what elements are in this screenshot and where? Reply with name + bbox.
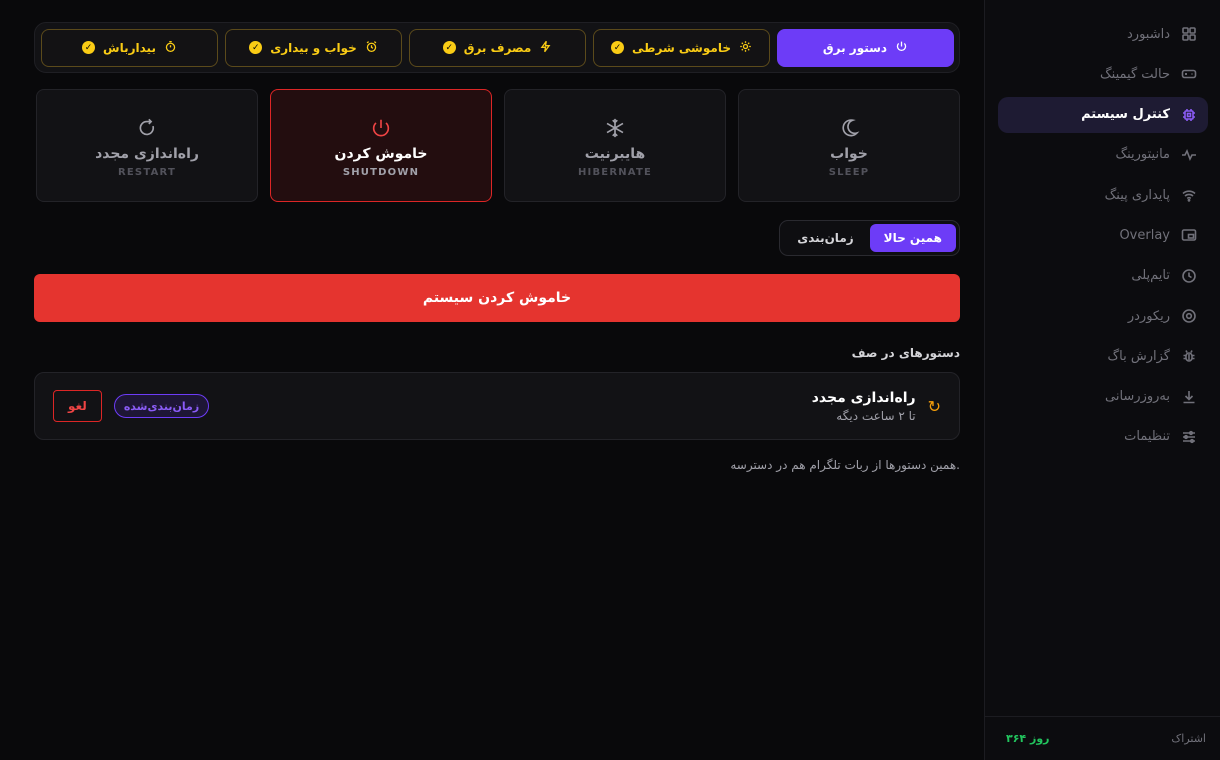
bug-icon [1180, 347, 1198, 365]
sidebar-item-monitoring[interactable]: مانیتورینگ [998, 137, 1208, 173]
queue-item-title: راه‌اندازی مجدد [811, 389, 916, 406]
check-icon: ✓ [442, 41, 456, 54]
power-action-cards: خواب SLEEP هایبرنیت HIBERNATE خاموش کردن… [34, 89, 960, 202]
queue-item-text: راه‌اندازی مجدد تا ۲ ساعت دیگه [812, 390, 916, 423]
sidebar-item-label: کنترل سیستم [1081, 107, 1170, 123]
action-card-title: راه‌اندازی مجدد [95, 145, 199, 162]
tab-label: مصرف برق [463, 40, 532, 55]
sidebar-item-gaming[interactable]: حالت گیمینگ [998, 56, 1208, 92]
timing-mode-row: همین حالا زمان‌بندی [34, 220, 960, 256]
moon-icon [838, 114, 860, 142]
sliders-icon [1180, 428, 1198, 446]
action-card-subtitle: HIBERNATE [577, 166, 653, 178]
telegram-note: همین دستورها از ربات تلگرام هم در دسترسه… [730, 458, 960, 472]
check-icon: ✓ [249, 41, 263, 54]
sidebar-item-label: تنظیمات [1124, 429, 1170, 445]
mode-now-button[interactable]: همین حالا [869, 224, 956, 252]
action-card-subtitle: RESTART [118, 166, 176, 178]
action-card-shutdown[interactable]: خاموش کردن SHUTDOWN [270, 89, 492, 202]
tab-label: خواب و بیداری [270, 40, 357, 55]
action-card-sleep[interactable]: خواب SLEEP [738, 89, 960, 202]
queue-section-title: دستورهای در صف [851, 346, 960, 360]
execute-shutdown-button[interactable]: خاموش کردن سیستم [34, 274, 960, 322]
action-card-title: هایبرنیت [584, 145, 646, 162]
action-card-title: خاموش کردن [334, 145, 428, 162]
alarm-icon [365, 40, 378, 56]
sidebar-item-label: حالت گیمینگ [1100, 66, 1170, 82]
queue-item-info: ↻ راه‌اندازی مجدد تا ۲ ساعت دیگه [812, 390, 941, 423]
sidebar-item-label: ریکوردر [1127, 308, 1170, 324]
download-icon [1180, 388, 1198, 406]
sidebar-item-label: پایداری پینگ [1104, 187, 1170, 203]
action-card-hibernate[interactable]: هایبرنیت HIBERNATE [504, 89, 726, 202]
sidebar-item-dashboard[interactable]: داشبورد [998, 16, 1208, 52]
queue-item: ↻ راه‌اندازی مجدد تا ۲ ساعت دیگه زمان‌بن… [34, 372, 960, 440]
status-badge: زمان‌بندی‌شده [113, 394, 210, 418]
tab-power-command[interactable]: دستور برق [777, 28, 954, 67]
sidebar-item-label: تایم‌پلی [1131, 268, 1170, 284]
restart-icon [136, 114, 158, 142]
tab-bar: دستور برق خاموشی شرطی ✓ مصرف برق ✓ خواب … [34, 22, 960, 73]
action-card-title: خواب [830, 145, 868, 162]
action-card-subtitle: SLEEP [828, 166, 870, 178]
sidebar-item-recorder[interactable]: ریکوردر [998, 298, 1208, 334]
snowflake-icon [604, 114, 626, 142]
tab-label: خاموشی شرطی [632, 40, 731, 55]
sidebar-item-update[interactable]: به‌روزرسانی [998, 379, 1208, 415]
record-icon [1180, 307, 1198, 325]
overlay-icon [1180, 226, 1198, 244]
action-card-subtitle: SHUTDOWN [342, 166, 420, 178]
sidebar-item-label: داشبورد [1127, 26, 1170, 42]
timer-icon [164, 40, 177, 56]
wifi-icon [1180, 186, 1198, 204]
sidebar: داشبورد حالت گیمینگ کنترل سیستم مانیتوری… [984, 0, 1220, 760]
grid-icon [1180, 25, 1198, 43]
gamepad-icon [1180, 65, 1198, 83]
sidebar-item-label: به‌روزرسانی [1104, 389, 1170, 405]
main-content: دستور برق خاموشی شرطی ✓ مصرف برق ✓ خواب … [34, 22, 960, 472]
restart-icon: ↻ [927, 396, 941, 416]
sidebar-item-label: مانیتورینگ [1115, 147, 1170, 163]
subscription-days: ۳۶۴ روز [1006, 732, 1050, 745]
tab-label: بیدارباش [103, 40, 156, 55]
power-icon [895, 40, 908, 56]
clock-icon [1180, 267, 1198, 285]
tab-power-usage[interactable]: مصرف برق ✓ [409, 28, 586, 67]
action-card-restart[interactable]: راه‌اندازی مجدد RESTART [36, 89, 258, 202]
sidebar-item-bug-report[interactable]: گزارش باگ [998, 338, 1208, 374]
sidebar-item-system-control[interactable]: کنترل سیستم [998, 96, 1208, 133]
tab-wake-up[interactable]: بیدارباش ✓ [41, 28, 218, 67]
power-icon [370, 114, 392, 142]
chip-icon [1180, 106, 1198, 124]
check-icon: ✓ [611, 41, 625, 54]
sidebar-item-label: Overlay [1119, 227, 1170, 243]
sidebar-item-settings[interactable]: تنظیمات [998, 419, 1208, 455]
sidebar-nav: داشبورد حالت گیمینگ کنترل سیستم مانیتوری… [998, 16, 1208, 459]
tab-label: دستور برق [822, 40, 888, 55]
sun-icon [739, 40, 752, 56]
sidebar-item-label: گزارش باگ [1107, 348, 1170, 364]
mode-scheduled-button[interactable]: زمان‌بندی [783, 224, 867, 252]
queue-item-actions: زمان‌بندی‌شده لغو [53, 390, 210, 422]
tab-conditional-shutdown[interactable]: خاموشی شرطی ✓ [593, 28, 770, 67]
subscription-info: اشتراک ۳۶۴ روز [984, 716, 1220, 760]
cancel-button[interactable]: لغو [53, 390, 102, 422]
pulse-icon [1180, 146, 1198, 164]
tab-sleep-wake[interactable]: خواب و بیداری ✓ [225, 28, 402, 67]
queue-item-eta: تا ۲ ساعت دیگه [836, 408, 916, 423]
sidebar-item-ping[interactable]: پایداری پینگ [998, 177, 1208, 213]
sidebar-item-timeplay[interactable]: تایم‌پلی [998, 258, 1208, 294]
sidebar-item-overlay[interactable]: Overlay [998, 217, 1208, 253]
bolt-icon [539, 40, 552, 56]
timing-mode-toggle: همین حالا زمان‌بندی [779, 220, 960, 256]
subscription-label: اشتراک [1171, 732, 1206, 745]
check-icon: ✓ [82, 41, 96, 54]
